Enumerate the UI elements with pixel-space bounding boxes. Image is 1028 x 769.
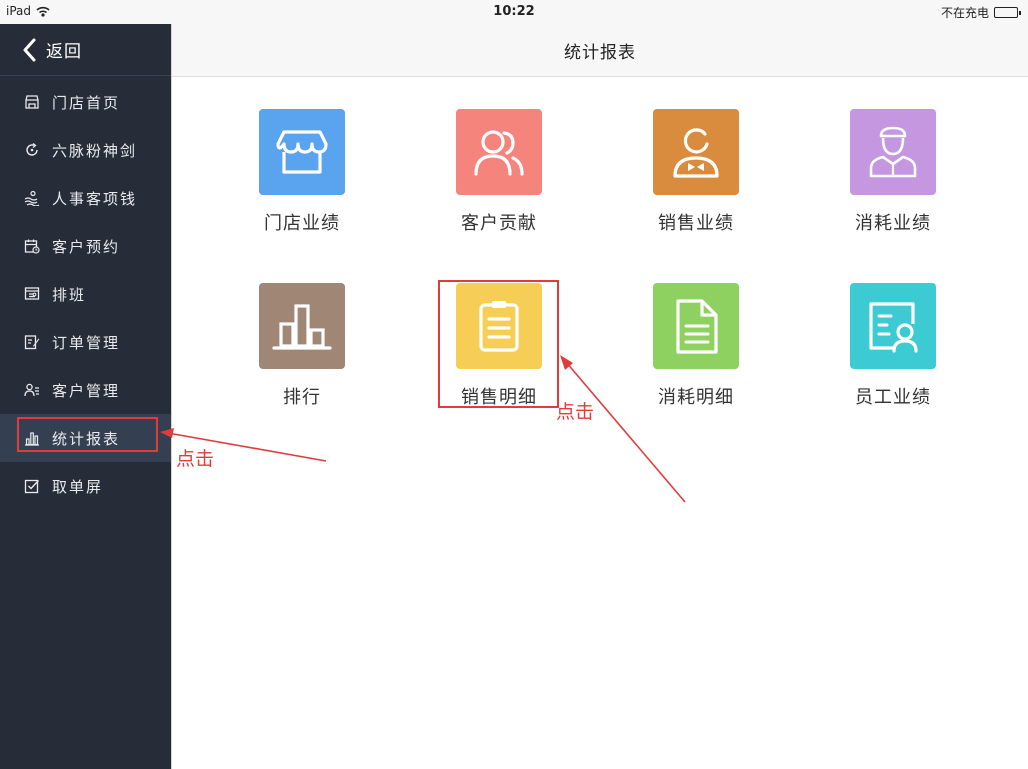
edit-order-icon (24, 334, 40, 350)
ranking-icon (259, 283, 345, 369)
customer-list-icon (24, 382, 40, 398)
sidebar-item-appointment[interactable]: 客户预约 (0, 222, 171, 270)
chevron-left-icon (23, 38, 36, 61)
sidebar-item-label: 订单管理 (52, 333, 121, 352)
status-right: 不在充电 (940, 4, 1021, 21)
tile-label: 销售明细 (461, 387, 537, 408)
device-name: iPad (6, 4, 32, 18)
tile-consumption-detail[interactable]: 消耗明细 (631, 283, 761, 409)
page-title: 统计报表 (564, 42, 636, 63)
status-left: iPad (6, 4, 50, 18)
sidebar-item-schedule[interactable]: 排班 (0, 270, 171, 318)
status-bar: iPad 10:22 不在充电 (0, 0, 1028, 24)
sidebar-item-label: 人事客项钱 (52, 189, 138, 208)
tile-label: 排行 (283, 387, 321, 408)
sidebar-item-label: 门店首页 (52, 93, 121, 112)
tile-ranking[interactable]: 排行 (237, 283, 367, 409)
header: 统计报表 (172, 24, 1028, 77)
sidebar-item-customers[interactable]: 客户管理 (0, 366, 171, 414)
charge-status: 不在充电 (940, 6, 989, 20)
document-icon (653, 283, 739, 369)
schedule-icon (24, 286, 40, 302)
sidebar-item-reports[interactable]: 统计报表 (0, 414, 171, 462)
sidebar-item-hr-money[interactable]: 人事客项钱 (0, 174, 171, 222)
calendar-icon (24, 238, 40, 254)
sidebar-item-orders[interactable]: 订单管理 (0, 318, 171, 366)
tile-label: 客户贡献 (461, 213, 537, 234)
refresh-icon (24, 142, 40, 158)
sidebar-item-label: 客户管理 (52, 381, 121, 400)
sidebar-item-label: 统计报表 (52, 429, 121, 448)
tile-label: 消耗业绩 (855, 213, 931, 234)
storefront-icon (259, 109, 345, 195)
tile-label: 销售业绩 (658, 213, 734, 234)
back-label: 返回 (46, 42, 82, 62)
worker-icon (850, 109, 936, 195)
sidebar-item-label: 取单屏 (52, 477, 104, 496)
checkbox-icon (24, 478, 40, 494)
clipboard-icon (456, 283, 542, 369)
back-button[interactable]: 返回 (0, 24, 171, 76)
sidebar-item-label: 客户预约 (52, 237, 121, 256)
tile-label: 消耗明细 (658, 387, 734, 408)
tile-consumption-performance[interactable]: 消耗业绩 (828, 109, 958, 235)
tile-sales-performance[interactable]: 销售业绩 (631, 109, 761, 235)
sidebar-item-liumai[interactable]: 六脉粉神剑 (0, 126, 171, 174)
bar-chart-icon (24, 430, 40, 446)
tile-store-performance[interactable]: 门店业绩 (237, 109, 367, 235)
battery-icon (994, 7, 1021, 18)
status-time: 10:22 (493, 4, 535, 19)
tile-employee-performance[interactable]: 员工业绩 (828, 283, 958, 409)
people-money-icon (24, 190, 40, 206)
tile-label: 员工业绩 (855, 387, 931, 408)
sidebar-item-store-home[interactable]: 门店首页 (0, 78, 171, 126)
sidebar-item-label: 六脉粉神剑 (52, 141, 138, 160)
click-annotation-sidebar: 点击 (176, 448, 215, 470)
tile-label: 门店业绩 (264, 213, 340, 234)
customers-icon (456, 109, 542, 195)
click-annotation-tile: 点击 (556, 401, 595, 423)
tile-sales-detail[interactable]: 销售明细 (434, 283, 564, 409)
employee-card-icon (850, 283, 936, 369)
sidebar-item-label: 排班 (52, 285, 87, 304)
sidebar: 返回 门店首页 六脉粉神剑 人事客项钱 客户预约 排班 订单管理 客户管理 统计… (0, 24, 171, 769)
sidebar-item-pickup-screen[interactable]: 取单屏 (0, 462, 171, 510)
store-icon (24, 94, 40, 110)
salesperson-icon (653, 109, 739, 195)
wifi-icon (36, 6, 50, 17)
tile-customer-contribution[interactable]: 客户贡献 (434, 109, 564, 235)
